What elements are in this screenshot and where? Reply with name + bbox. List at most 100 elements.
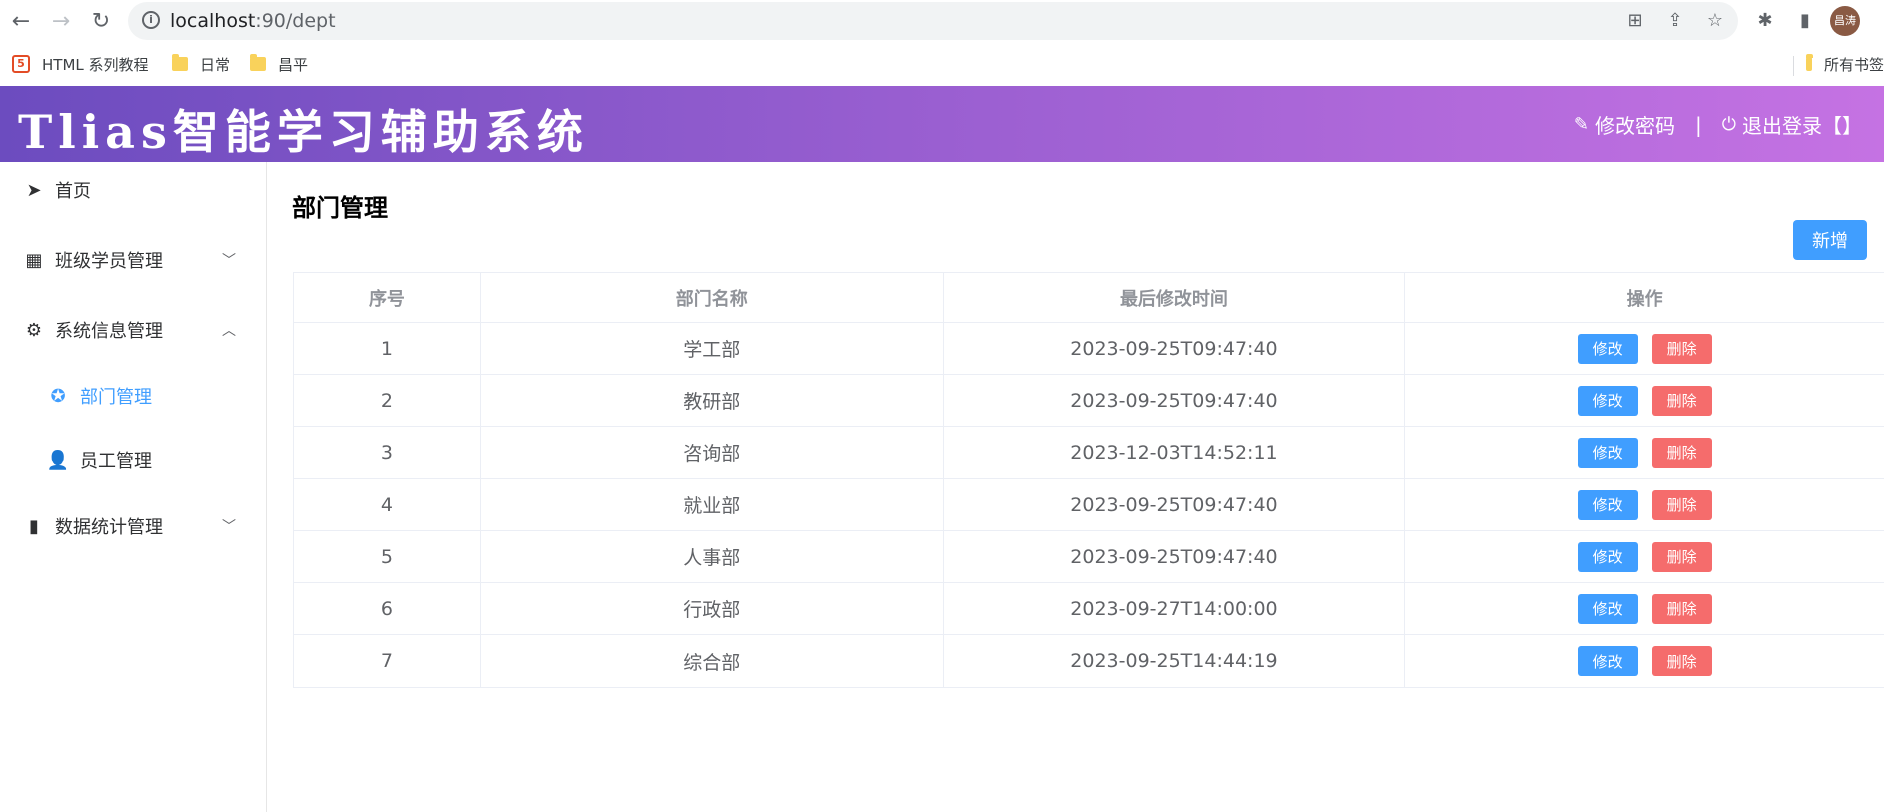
table-row: 6 行政部 2023-09-27T14:00:00 修改 删除 bbox=[294, 583, 1884, 635]
dept-name: 就业部 bbox=[481, 479, 944, 530]
url-path: :90/dept bbox=[255, 10, 336, 32]
delete-button[interactable]: 删除 bbox=[1651, 437, 1712, 468]
row-actions: 修改 删除 bbox=[1405, 427, 1884, 478]
url-text[interactable]: localhost:90/dept bbox=[170, 10, 336, 32]
delete-button[interactable]: 删除 bbox=[1651, 541, 1712, 572]
edit-icon: ✎ bbox=[1573, 114, 1589, 135]
sidebar-item-dept[interactable]: ✪ 部门管理 bbox=[0, 368, 266, 424]
delete-button[interactable]: 删除 bbox=[1651, 333, 1712, 364]
column-header: 部门名称 bbox=[481, 273, 944, 322]
edit-button[interactable]: 修改 bbox=[1577, 541, 1638, 572]
chevron-up-icon: ︿ bbox=[222, 323, 236, 339]
sidebar-item-label: 员工管理 bbox=[80, 451, 152, 472]
forward-arrow-icon[interactable]: → bbox=[48, 8, 74, 34]
table-row: 1 学工部 2023-09-25T09:47:40 修改 删除 bbox=[294, 323, 1884, 375]
table-body: 1 学工部 2023-09-25T09:47:40 修改 删除 2 教研部 2023-09-2… bbox=[294, 323, 1884, 687]
browser-toolbar: ← → ↻ i localhost:90/dept ⊞ ⇪ ☆ ✱ ▮ 昌涛 bbox=[0, 0, 1884, 42]
row-actions: 修改 删除 bbox=[1405, 531, 1884, 582]
dept-name: 教研部 bbox=[481, 375, 944, 426]
logout-label: 退出登录【】 bbox=[1742, 114, 1862, 138]
bookmark-changping[interactable]: 昌平 bbox=[250, 53, 308, 75]
dept-name: 咨询部 bbox=[481, 427, 944, 478]
header-actions: ✎ 修改密码 | ⏻ 退出登录【】 bbox=[1574, 110, 1862, 139]
bookmark-html[interactable]: 5 HTML 系列教程 bbox=[12, 53, 149, 75]
column-header: 最后修改时间 bbox=[944, 273, 1406, 322]
sidebar-item-label: 系统信息管理 bbox=[55, 321, 163, 342]
table-row: 4 就业部 2023-09-25T09:47:40 修改 删除 bbox=[294, 479, 1884, 531]
app-title: Tlias智能学习辅助系统 bbox=[18, 105, 589, 159]
updated-time: 2023-09-27T14:00:00 bbox=[944, 583, 1406, 634]
dept-table: 序号 部门名称 最后修改时间 操作 1 学工部 2023-09-25T09:47:4… bbox=[293, 272, 1884, 688]
delete-button[interactable]: 删除 bbox=[1651, 385, 1712, 416]
reload-icon[interactable]: ↻ bbox=[88, 8, 114, 34]
address-bar[interactable]: i localhost:90/dept ⊞ ⇪ ☆ bbox=[128, 2, 1738, 40]
change-password-label: 修改密码 bbox=[1595, 114, 1675, 138]
table-row: 2 教研部 2023-09-25T09:47:40 修改 删除 bbox=[294, 375, 1884, 427]
chevron-down-icon: ﹀ bbox=[222, 519, 236, 535]
site-info-icon[interactable]: i bbox=[142, 11, 160, 29]
header-divider: | bbox=[1695, 112, 1702, 137]
power-icon: ⏻ bbox=[1721, 114, 1736, 135]
folder-icon bbox=[172, 54, 188, 71]
sidebar-item-label: 班级学员管理 bbox=[55, 251, 163, 272]
edit-button[interactable]: 修改 bbox=[1577, 333, 1638, 364]
sidebar-item-label: 首页 bbox=[55, 181, 91, 202]
row-actions: 修改 删除 bbox=[1405, 375, 1884, 426]
app-header: Tlias智能学习辅助系统 ✎ 修改密码 | ⏻ 退出登录【】 bbox=[0, 86, 1884, 162]
updated-time: 2023-12-03T14:52:11 bbox=[944, 427, 1406, 478]
translate-icon[interactable]: ⊞ bbox=[1624, 10, 1646, 32]
edit-button[interactable]: 修改 bbox=[1577, 385, 1638, 416]
edit-button[interactable]: 修改 bbox=[1577, 437, 1638, 468]
add-button[interactable]: 新增 bbox=[1793, 220, 1867, 260]
sidebar-item-statistics[interactable]: ▮ 数据统计管理 ﹀ bbox=[0, 498, 266, 554]
table-header: 序号 部门名称 最后修改时间 操作 bbox=[294, 273, 1884, 323]
delete-button[interactable]: 删除 bbox=[1651, 646, 1712, 676]
bookmark-star-icon[interactable]: ☆ bbox=[1704, 10, 1726, 32]
dept-name: 人事部 bbox=[481, 531, 944, 582]
row-actions: 修改 删除 bbox=[1405, 323, 1884, 374]
side-panel-icon[interactable]: ▮ bbox=[1794, 10, 1816, 32]
sidebar-item-class-student[interactable]: ▦ 班级学员管理 ﹀ bbox=[0, 232, 266, 288]
row-index: 1 bbox=[294, 323, 481, 374]
sidebar-item-home[interactable]: ➤ 首页 bbox=[0, 162, 266, 218]
edit-button[interactable]: 修改 bbox=[1577, 646, 1638, 676]
updated-time: 2023-09-25T09:47:40 bbox=[944, 375, 1406, 426]
gear-icon: ⚙ bbox=[25, 319, 43, 341]
table-row: 5 人事部 2023-09-25T09:47:40 修改 删除 bbox=[294, 531, 1884, 583]
sidebar-item-label: 部门管理 bbox=[80, 387, 152, 408]
delete-button[interactable]: 删除 bbox=[1651, 489, 1712, 520]
updated-time: 2023-09-25T09:47:40 bbox=[944, 479, 1406, 530]
sidebar: ➤ 首页 ▦ 班级学员管理 ﹀ ⚙ 系统信息管理 ︿ ✪ 部门管理 👤 员工管理… bbox=[0, 162, 267, 812]
logout-link[interactable]: ⏻ 退出登录【】 bbox=[1722, 110, 1862, 139]
updated-time: 2023-09-25T09:47:40 bbox=[944, 531, 1406, 582]
user-icon: 👤 bbox=[46, 449, 70, 471]
edit-button[interactable]: 修改 bbox=[1577, 593, 1638, 624]
bar-chart-icon: ▮ bbox=[29, 515, 39, 537]
row-index: 2 bbox=[294, 375, 481, 426]
row-index: 5 bbox=[294, 531, 481, 582]
share-icon[interactable]: ⇪ bbox=[1664, 10, 1686, 32]
delete-button[interactable]: 删除 bbox=[1651, 593, 1712, 624]
grid-icon: ▦ bbox=[25, 249, 43, 271]
sidebar-item-employee[interactable]: 👤 员工管理 bbox=[0, 432, 266, 488]
column-header: 操作 bbox=[1626, 288, 1663, 310]
edit-button[interactable]: 修改 bbox=[1577, 489, 1638, 520]
sidebar-item-label: 数据统计管理 bbox=[55, 517, 163, 538]
bookmark-daily[interactable]: 日常 bbox=[172, 53, 230, 75]
dept-name: 行政部 bbox=[481, 583, 944, 634]
change-password-link[interactable]: ✎ 修改密码 bbox=[1574, 110, 1675, 139]
profile-avatar[interactable]: 昌涛 bbox=[1830, 6, 1860, 36]
sidebar-item-system-info[interactable]: ⚙ 系统信息管理 ︿ bbox=[0, 302, 266, 358]
dept-name: 学工部 bbox=[481, 323, 944, 374]
row-index: 6 bbox=[294, 583, 481, 634]
updated-time: 2023-09-25T09:47:40 bbox=[944, 323, 1406, 374]
updated-time: 2023-09-25T14:44:19 bbox=[944, 635, 1406, 687]
back-arrow-icon[interactable]: ← bbox=[8, 8, 34, 34]
all-bookmarks[interactable]: 所有书签 bbox=[1806, 53, 1884, 75]
row-actions: 修改 删除 bbox=[1405, 479, 1884, 530]
extensions-icon[interactable]: ✱ bbox=[1754, 10, 1776, 32]
bookmark-label: 日常 bbox=[200, 55, 231, 74]
row-actions: 修改 删除 bbox=[1405, 583, 1884, 634]
row-index: 4 bbox=[294, 479, 481, 530]
bookmarks-bar: 5 HTML 系列教程 日常 昌平 所有书签 bbox=[0, 42, 1884, 86]
